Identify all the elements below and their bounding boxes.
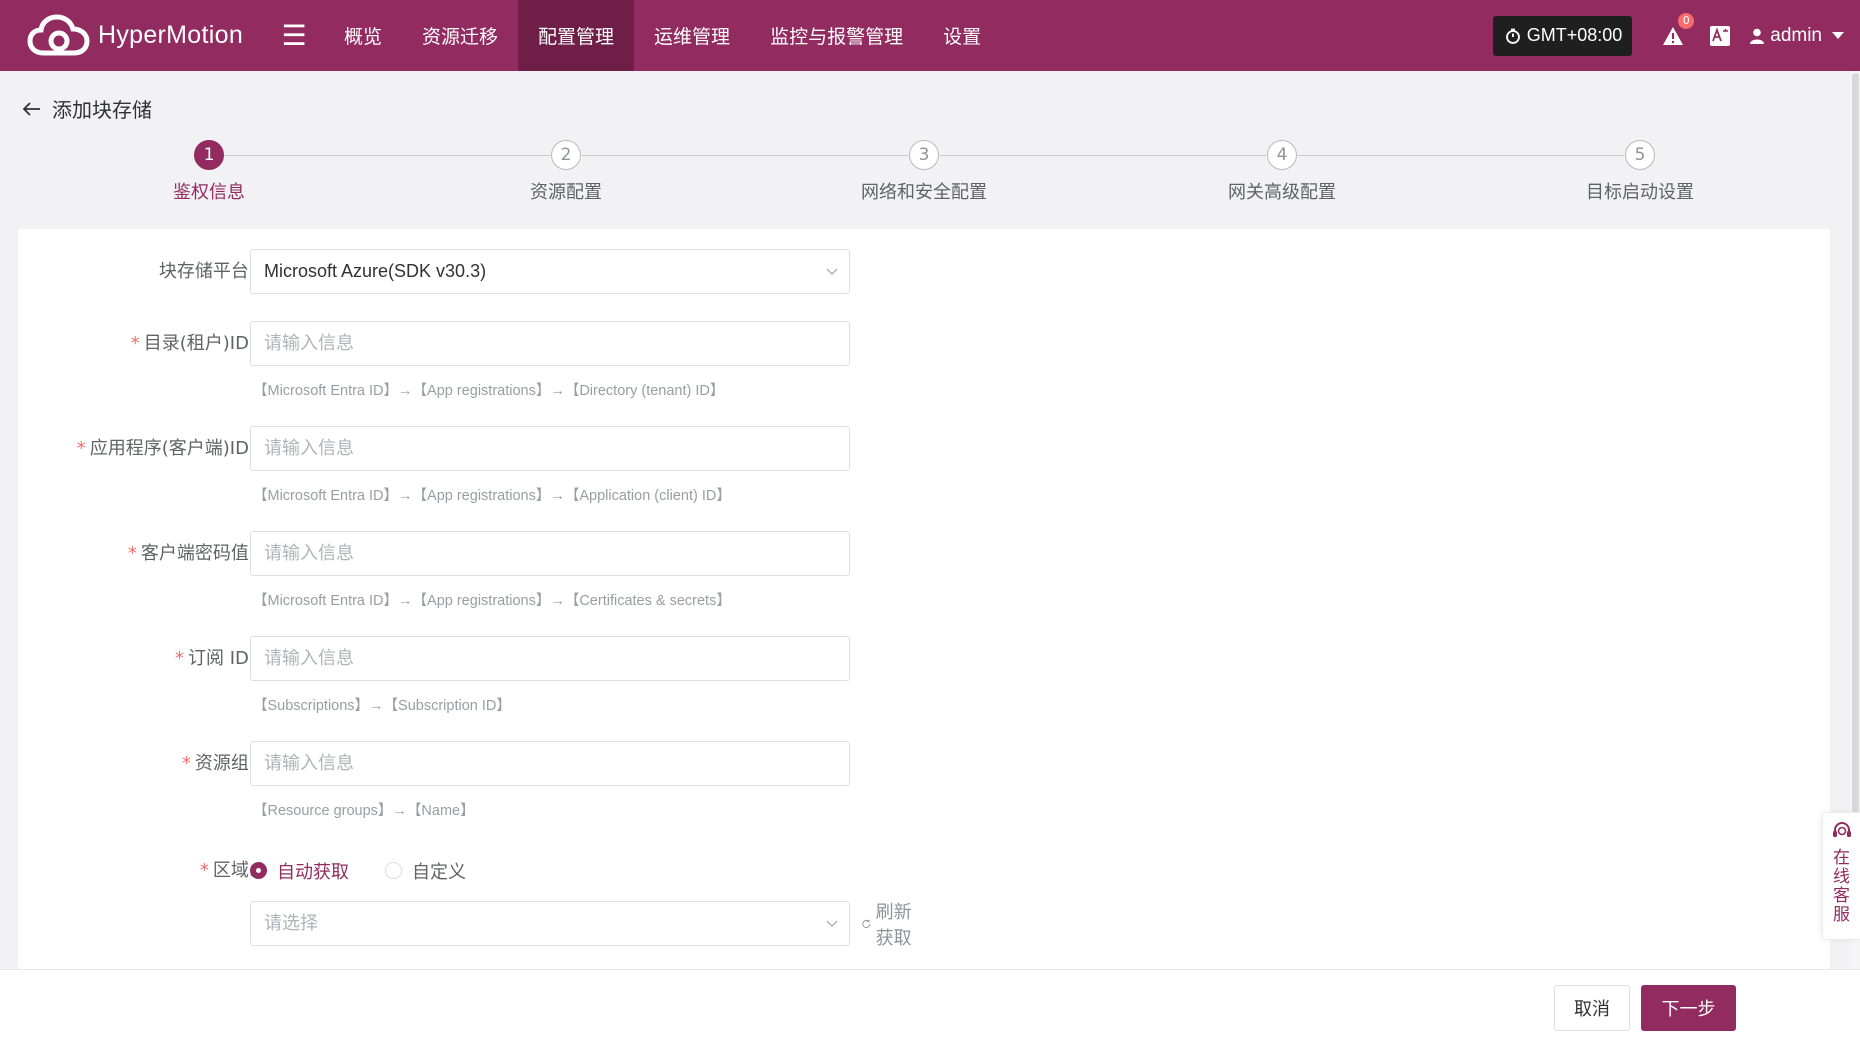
radio-unchecked-icon bbox=[385, 862, 402, 879]
step-label: 目标启动设置 bbox=[1586, 182, 1694, 203]
client-secret-label: * 客户端密码值: bbox=[127, 543, 255, 564]
hamburger-icon[interactable]: ☰ bbox=[266, 19, 322, 52]
username: admin bbox=[1770, 24, 1822, 46]
step-gateway-advanced[interactable]: 4 网关高级配置 bbox=[1182, 140, 1382, 204]
scrollbar-thumb[interactable] bbox=[1852, 73, 1859, 813]
tenant-id-hint: 【Microsoft Entra ID】→【App registrations】… bbox=[253, 383, 725, 399]
resource-group-hint: 【Resource groups】→【Name】 bbox=[253, 803, 475, 819]
language-icon[interactable] bbox=[1708, 24, 1732, 48]
radio-checked-icon bbox=[250, 862, 267, 879]
user-icon bbox=[1750, 28, 1765, 44]
app-name: HyperMotion bbox=[98, 21, 244, 49]
region-select[interactable]: 请选择 bbox=[250, 901, 850, 946]
step-number: 3 bbox=[909, 140, 939, 170]
client-id-label: * 应用程序(客户端)ID: bbox=[76, 438, 255, 459]
main-nav: 概览 资源迁移 配置管理 运维管理 监控与报警管理 设置 bbox=[324, 0, 1001, 71]
required-mark: * bbox=[76, 438, 86, 459]
region-label: * 区域: bbox=[199, 860, 255, 881]
nav-item-monitoring[interactable]: 监控与报警管理 bbox=[750, 0, 923, 71]
step-network-security[interactable]: 3 网络和安全配置 bbox=[824, 140, 1024, 204]
back-arrow-icon[interactable] bbox=[22, 98, 44, 120]
step-label: 网络和安全配置 bbox=[861, 182, 987, 203]
client-secret-input[interactable]: 请输入信息 bbox=[250, 531, 850, 576]
top-navigation-bar: HyperMotion ☰ 概览 资源迁移 配置管理 运维管理 监控与报警管理 … bbox=[0, 0, 1860, 71]
client-id-input[interactable]: 请输入信息 bbox=[250, 426, 850, 471]
client-id-hint: 【Microsoft Entra ID】→【App registrations】… bbox=[253, 488, 731, 504]
alert-button[interactable]: 0 bbox=[1658, 12, 1695, 51]
step-target-boot[interactable]: 5 目标启动设置 bbox=[1540, 140, 1740, 204]
app-logo[interactable]: HyperMotion bbox=[26, 11, 248, 61]
client-id-placeholder: 请输入信息 bbox=[264, 438, 354, 459]
step-number: 2 bbox=[551, 140, 581, 170]
nav-item-operations[interactable]: 运维管理 bbox=[634, 0, 750, 71]
platform-select-value: Microsoft Azure(SDK v30.3) bbox=[264, 261, 487, 281]
subscription-id-label: * 订阅 ID: bbox=[175, 648, 255, 669]
timezone-button[interactable]: GMT+08:00 bbox=[1492, 15, 1633, 56]
tenant-id-label: * 目录(租户)ID: bbox=[130, 333, 255, 354]
required-mark: * bbox=[181, 753, 191, 774]
step-number: 4 bbox=[1267, 140, 1297, 170]
form-card: 块存储平台: Microsoft Azure(SDK v30.3) * 目录(租户… bbox=[18, 229, 1830, 969]
chevron-down-icon bbox=[826, 268, 838, 276]
step-resource-config[interactable]: 2 资源配置 bbox=[466, 140, 666, 204]
resource-group-placeholder: 请输入信息 bbox=[264, 753, 354, 774]
next-step-button[interactable]: 下一步 bbox=[1641, 985, 1736, 1031]
user-menu[interactable]: admin bbox=[1750, 25, 1844, 47]
required-mark: * bbox=[130, 333, 140, 354]
tenant-id-placeholder: 请输入信息 bbox=[264, 333, 354, 354]
client-secret-hint: 【Microsoft Entra ID】→【App registrations】… bbox=[253, 593, 731, 609]
required-mark: * bbox=[199, 860, 209, 881]
alert-count-badge: 0 bbox=[1678, 12, 1695, 29]
subscription-id-input[interactable]: 请输入信息 bbox=[250, 636, 850, 681]
online-service-button[interactable]: 在线客服 bbox=[1822, 812, 1860, 940]
region-radio-auto[interactable]: 自动获取 bbox=[250, 858, 349, 884]
wizard-steps: 1 鉴权信息 2 资源配置 3 网络和安全配置 4 网关高级配置 5 目标启动设… bbox=[0, 140, 1860, 210]
step-auth-info[interactable]: 1 鉴权信息 bbox=[109, 140, 309, 204]
step-label: 网关高级配置 bbox=[1228, 182, 1336, 203]
tenant-id-input[interactable]: 请输入信息 bbox=[250, 321, 850, 366]
chevron-down-icon bbox=[826, 920, 838, 928]
client-secret-placeholder: 请输入信息 bbox=[264, 543, 354, 564]
step-label: 资源配置 bbox=[530, 182, 602, 203]
refresh-icon bbox=[862, 919, 871, 928]
step-number: 1 bbox=[194, 140, 224, 170]
region-radio-custom[interactable]: 自定义 bbox=[385, 858, 466, 884]
region-select-placeholder: 请选择 bbox=[264, 913, 318, 934]
nav-item-settings[interactable]: 设置 bbox=[923, 0, 1001, 71]
page-title: 添加块存储 bbox=[52, 98, 152, 122]
resource-group-label: * 资源组: bbox=[181, 753, 255, 774]
subscription-id-hint: 【Subscriptions】→【Subscription ID】 bbox=[253, 698, 511, 714]
cloud-logo-icon bbox=[27, 13, 90, 55]
nav-item-resource-migration[interactable]: 资源迁移 bbox=[402, 0, 518, 71]
cancel-button[interactable]: 取消 bbox=[1554, 985, 1630, 1031]
step-label: 鉴权信息 bbox=[173, 182, 245, 203]
timezone-label: GMT+08:00 bbox=[1526, 25, 1623, 45]
warning-icon bbox=[1663, 26, 1684, 45]
caret-down-icon bbox=[1832, 32, 1844, 39]
platform-select[interactable]: Microsoft Azure(SDK v30.3) bbox=[250, 249, 850, 294]
refresh-region-button[interactable]: 刷新获取 bbox=[861, 901, 918, 949]
region-radio-group: 自动获取 自定义 bbox=[250, 848, 466, 893]
page-header: 添加块存储 bbox=[22, 94, 152, 123]
nav-item-config-management[interactable]: 配置管理 bbox=[518, 0, 635, 71]
online-service-label: 在线客服 bbox=[1833, 848, 1850, 925]
platform-label: 块存储平台: bbox=[158, 261, 255, 282]
subscription-id-placeholder: 请输入信息 bbox=[264, 648, 354, 669]
required-mark: * bbox=[175, 648, 185, 669]
form-footer: 取消 下一步 bbox=[0, 969, 1860, 1043]
step-number: 5 bbox=[1625, 140, 1655, 170]
nav-item-overview[interactable]: 概览 bbox=[324, 0, 402, 71]
stopwatch-icon bbox=[1505, 28, 1520, 44]
required-mark: * bbox=[127, 543, 137, 564]
headset-icon bbox=[1832, 822, 1851, 837]
resource-group-input[interactable]: 请输入信息 bbox=[250, 741, 850, 786]
